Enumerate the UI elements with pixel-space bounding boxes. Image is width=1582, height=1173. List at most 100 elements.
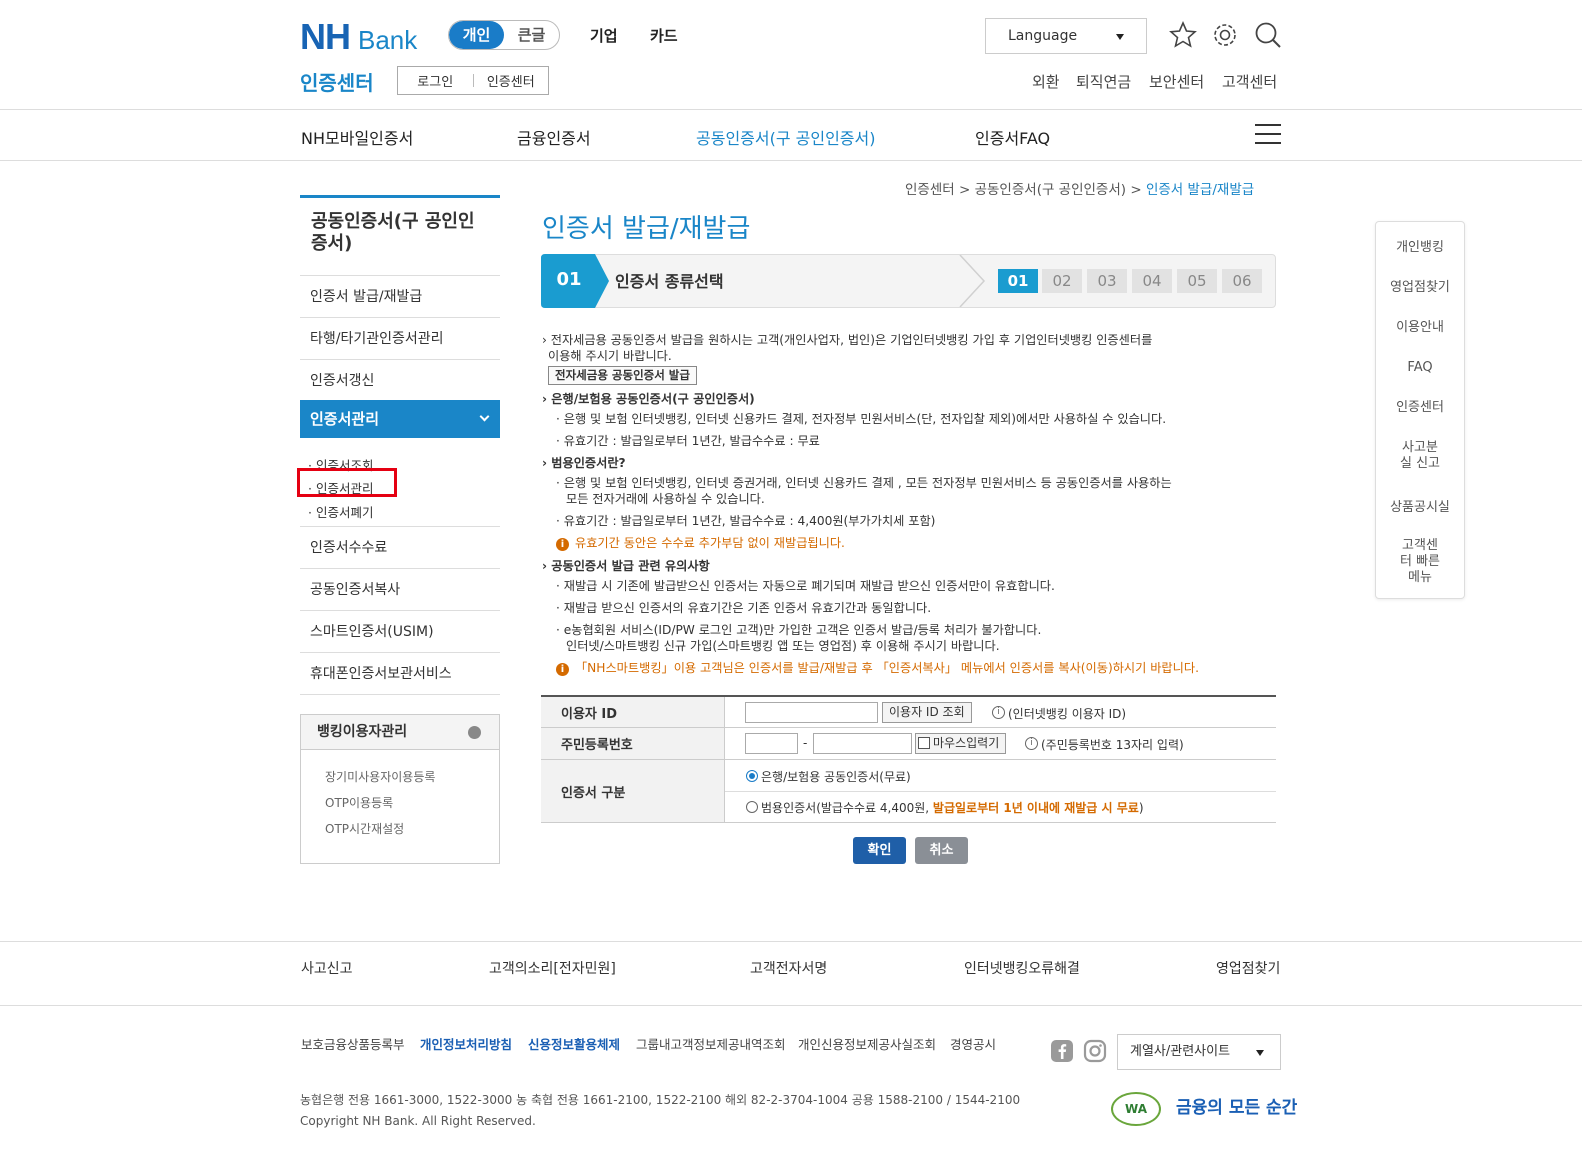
quick-guide[interactable]: 이용안내 xyxy=(1375,320,1465,336)
footer-link-credit-info[interactable]: 신용정보활용체제 xyxy=(528,1034,620,1053)
util-link-fx[interactable]: 외환 xyxy=(1032,71,1060,92)
sidebar-top-bar xyxy=(300,195,500,198)
util-link-pension[interactable]: 퇴직연금 xyxy=(1076,71,1131,92)
chevron-down-icon xyxy=(479,411,490,422)
subnav-login[interactable]: 로그인 xyxy=(398,71,473,90)
cert-type-option-bank[interactable]: 은행/보험용 공동인증서(무료) xyxy=(746,768,911,785)
contact-phones: 농협은행 전용 1661-3000, 1522-3000 농 축협 전용 166… xyxy=(300,1093,1021,1107)
rrn-back-input[interactable] xyxy=(813,733,912,754)
section-subnav: 로그인 인증센터 xyxy=(397,66,549,95)
cert-type-option-universal[interactable]: 범용인증서(발급수수료 4,400원, 발급일로부터 1년 이내에 재발급 시 … xyxy=(746,799,1144,816)
step-03: 03 xyxy=(1087,269,1127,293)
quick-cert-center[interactable]: 인증센터 xyxy=(1375,400,1465,416)
banking-link-otp-reset[interactable]: OTP시간재설정 xyxy=(325,820,404,837)
rrn-label: 주민등록번호 xyxy=(541,728,725,759)
section-title[interactable]: 인증센터 xyxy=(300,67,374,96)
family-site-select[interactable]: 계열사/관련사이트 xyxy=(1117,1034,1281,1070)
language-select[interactable]: Language xyxy=(985,18,1147,54)
footer-link-esign[interactable]: 고객전자서명 xyxy=(750,958,827,978)
quick-personal-banking[interactable]: 개인뱅킹 xyxy=(1375,240,1465,256)
form-row-rrn: 주민등록번호 - 마우스입력기 i (주민등록번호 13자리 입력) xyxy=(541,728,1276,760)
footer-divider xyxy=(0,1005,1582,1006)
favorite-star-icon[interactable] xyxy=(1168,20,1198,50)
user-id-input[interactable] xyxy=(745,702,878,723)
cert-type-label: 인증서 구분 xyxy=(541,760,725,822)
cert-type-option-universal-highlight: 발급일로부터 1년 이내에 재발급 시 무료 xyxy=(932,801,1139,815)
etax-cert-button[interactable]: 전자세금용 공동인증서 발급 xyxy=(548,366,697,385)
breadcrumb-joint[interactable]: 공동인증서(구 공인인증서) xyxy=(975,182,1126,198)
step-04: 04 xyxy=(1132,269,1172,293)
toggle-personal[interactable]: 개인 xyxy=(449,21,504,49)
settings-gear-icon[interactable] xyxy=(1210,20,1240,50)
current-step-label: 인증서 종류선택 xyxy=(615,272,724,291)
gnb-joint-cert[interactable]: 공동인증서(구 공인인증서) xyxy=(696,125,876,149)
banking-user-header[interactable]: 뱅킹이용자관리 xyxy=(300,714,500,750)
step-02: 02 xyxy=(1042,269,1082,293)
sidebar-item-issue[interactable]: 인증서 발급/재발급 xyxy=(300,276,500,318)
rrn-front-input[interactable] xyxy=(745,733,798,754)
sidebar-item-manage[interactable]: 인증서관리 xyxy=(300,400,500,438)
radio-bank-cert[interactable] xyxy=(746,770,758,782)
toggle-large-font[interactable]: 큰글 xyxy=(504,21,559,49)
mouse-input-label: 마우스입력기 xyxy=(933,736,1000,750)
footer-link-accident[interactable]: 사고신고 xyxy=(301,958,353,978)
footer-link-voice[interactable]: 고객의소리[전자민원] xyxy=(489,958,616,978)
form-row-cert-type: 인증서 구분 은행/보험용 공동인증서(무료) 범용인증서(발급수수료 4,40… xyxy=(541,760,1276,823)
section-notes-title-text: 공동인증서 발급 관련 유의사항 xyxy=(551,559,710,573)
instagram-icon[interactable] xyxy=(1083,1039,1107,1063)
user-id-lookup-button[interactable]: 이용자 ID 조회 xyxy=(882,702,972,723)
subnav-cert-center[interactable]: 인증센터 xyxy=(474,71,549,90)
quick-loss-report[interactable]: 사고분실 신고 xyxy=(1400,440,1440,472)
sidebar-sub-revoke[interactable]: · 인증서폐기 xyxy=(308,502,373,521)
info-warning-icon: i xyxy=(556,538,569,551)
footer-link-group-info[interactable]: 그룹내고객정보제공내역조회 xyxy=(636,1034,786,1053)
checkbox[interactable] xyxy=(918,737,930,749)
notes-bullet-2: · 재발급 받으신 인증서의 유효기간은 기존 인증서 유효기간과 동일합니다. xyxy=(556,601,932,615)
rrn-dash: - xyxy=(803,736,808,750)
radio-universal-cert[interactable] xyxy=(746,801,758,813)
mouse-input-toggle[interactable]: 마우스입력기 xyxy=(915,733,1007,754)
footer-link-credit-provision[interactable]: 개인신용정보제공사실조회 xyxy=(798,1034,936,1053)
banking-link-otp-register[interactable]: OTP이용등록 xyxy=(325,794,393,811)
caret-down-icon xyxy=(1256,1050,1264,1056)
gnb-financial-cert[interactable]: 금융인증서 xyxy=(517,125,591,149)
top-link-card[interactable]: 카드 xyxy=(650,25,678,46)
footer-link-error[interactable]: 인터넷뱅킹오류해결 xyxy=(964,958,1080,978)
breadcrumb-home[interactable]: 인증센터 xyxy=(905,182,955,198)
bank-cert-bullet-1: · 은행 및 보험 인터넷뱅킹, 인터넷 신용카드 결제, 전자정부 민원서비스… xyxy=(556,412,1167,426)
quick-customer-center[interactable]: 고객센터 빠른메뉴 xyxy=(1400,538,1440,586)
footer-link-branch[interactable]: 영업점찾기 xyxy=(1216,958,1280,978)
top-link-corporate[interactable]: 기업 xyxy=(590,25,618,46)
sidebar-item-usim[interactable]: 스마트인증서(USIM) xyxy=(300,611,500,653)
quick-branch-finder[interactable]: 영업점찾기 xyxy=(1375,280,1465,296)
sidebar-item-fee[interactable]: 인증서수수료 xyxy=(300,527,500,569)
menu-hamburger-icon[interactable] xyxy=(1255,124,1281,146)
quick-product-disclosure[interactable]: 상품공시실 xyxy=(1375,500,1465,516)
user-id-hint: (인터넷뱅킹 이용자 ID) xyxy=(1008,707,1127,721)
footer-link-disclosure[interactable]: 경영공시 xyxy=(950,1034,996,1053)
util-link-security[interactable]: 보안센터 xyxy=(1149,71,1204,92)
section-notes-title: › 공동인증서 발급 관련 유의사항 xyxy=(542,559,710,573)
quick-faq[interactable]: FAQ xyxy=(1375,360,1465,376)
step-01: 01 xyxy=(998,269,1038,293)
user-id-label: 이용자 ID xyxy=(541,697,725,727)
step-05: 05 xyxy=(1177,269,1217,293)
cancel-button[interactable]: 취소 xyxy=(915,837,968,864)
caret-down-icon xyxy=(1116,34,1124,40)
gnb-mobile-cert[interactable]: NH모바일인증서 xyxy=(301,125,413,149)
footer-link-protected-products[interactable]: 보호금융상품등록부 xyxy=(301,1034,405,1053)
nh-bank-logo[interactable]: NH Bank xyxy=(300,16,417,57)
sidebar-item-other-bank[interactable]: 타행/타기관인증서관리 xyxy=(300,318,500,360)
page-title: 인증서 발급/재발급 xyxy=(542,214,751,244)
sidebar-item-copy[interactable]: 공동인증서복사 xyxy=(300,569,500,611)
confirm-button[interactable]: 확인 xyxy=(853,837,906,864)
sidebar-item-phone-storage[interactable]: 휴대폰인증서보관서비스 xyxy=(300,653,500,695)
util-link-customer[interactable]: 고객센터 xyxy=(1222,71,1277,92)
footer-link-privacy[interactable]: 개인정보처리방침 xyxy=(420,1034,512,1053)
banking-link-long-unused[interactable]: 장기미사용자이용등록 xyxy=(325,768,435,785)
gnb-cert-faq[interactable]: 인증서FAQ xyxy=(975,125,1050,149)
facebook-icon[interactable] xyxy=(1050,1039,1074,1063)
footer-divider xyxy=(0,941,1582,942)
sidebar-item-renew[interactable]: 인증서갱신 xyxy=(300,360,500,402)
search-icon[interactable] xyxy=(1253,20,1283,50)
